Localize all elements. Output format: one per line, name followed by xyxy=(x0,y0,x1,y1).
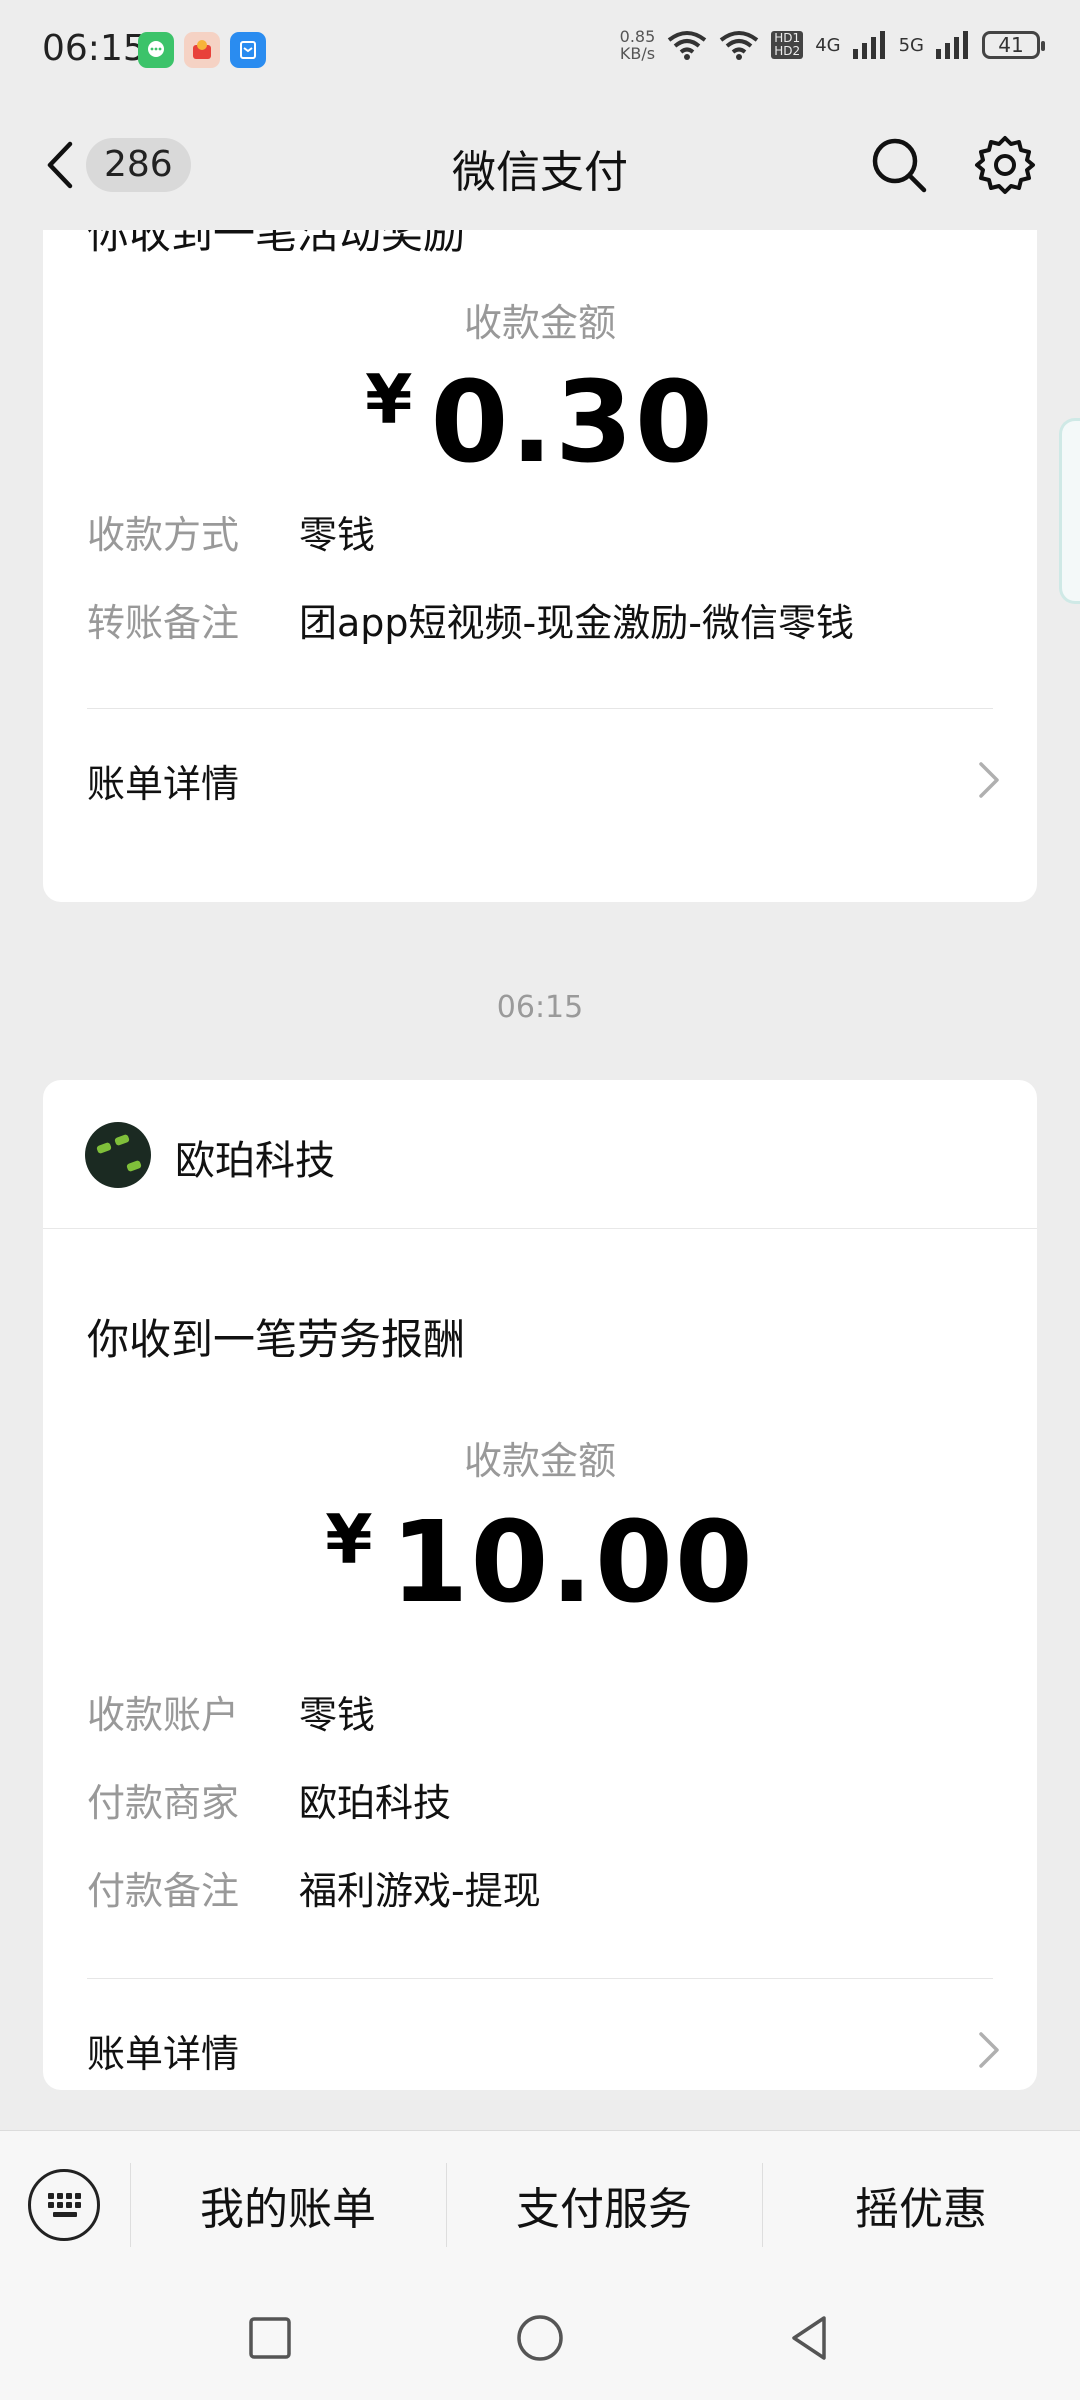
message-list[interactable]: 你收到一笔活动奖励 收款金额 ¥0.30 收款方式 零钱 转账备注 团app短视… xyxy=(0,230,1080,2130)
network-4g-label: 4G xyxy=(815,34,841,56)
detail-label: 付款备注 xyxy=(87,1869,240,1913)
bottom-menu: 我的账单 支付服务 摇优惠 xyxy=(0,2130,1080,2277)
home-icon[interactable] xyxy=(508,2306,572,2370)
merchant-header[interactable]: 欧珀科技 xyxy=(43,1080,1037,1229)
detail-value: 欧珀科技 xyxy=(299,1781,452,1825)
merchant-name: 欧珀科技 xyxy=(175,1138,335,1184)
wifi-secondary-icon xyxy=(720,31,759,60)
wifi-icon xyxy=(668,31,707,60)
divider xyxy=(87,708,993,709)
system-nav-bar xyxy=(0,2276,1080,2400)
back-nav-icon[interactable] xyxy=(778,2306,842,2370)
card-heading: 你收到一笔劳务报酬 xyxy=(87,1315,466,1364)
amount-label: 收款金额 xyxy=(463,301,616,345)
amount-value: 10.00 xyxy=(390,1498,755,1628)
menu-shake-offers[interactable]: 摇优惠 xyxy=(762,2161,1080,2249)
detail-row: 付款商家 欧珀科技 xyxy=(87,1772,451,1827)
divider xyxy=(87,1978,993,1979)
battery-icon: 41 xyxy=(982,31,1045,59)
detail-value: 福利游戏-提现 xyxy=(299,1869,541,1913)
status-time: 06:15 xyxy=(42,28,146,69)
chat-header: 286 微信支付 xyxy=(0,100,1080,230)
detail-label: 收款方式 xyxy=(87,513,240,557)
payment-amount: ¥10.00 xyxy=(43,1498,1037,1628)
bill-details-label: 账单详情 xyxy=(87,761,240,806)
chevron-right-icon xyxy=(979,2032,999,2068)
hd2-label: HD2 xyxy=(774,44,801,58)
net-speed-value: 0.85 xyxy=(619,27,656,46)
menu-my-bills[interactable]: 我的账单 xyxy=(130,2161,446,2249)
floating-edge-handle[interactable] xyxy=(1059,418,1080,604)
messages-app-icon xyxy=(138,32,174,68)
rewards-app-icon xyxy=(184,32,220,68)
battery-level: 41 xyxy=(998,33,1024,57)
amount-label: 收款金额 xyxy=(463,1439,616,1483)
keyboard-icon xyxy=(48,2193,81,2217)
network-5g-label: 5G xyxy=(898,34,924,56)
signal-4g-icon xyxy=(852,31,885,59)
notification-icons xyxy=(138,32,266,68)
payment-card-reward: 你收到一笔活动奖励 收款金额 ¥0.30 收款方式 零钱 转账备注 团app短视… xyxy=(43,230,1037,902)
bill-details-link[interactable]: 账单详情 xyxy=(87,745,1001,815)
detail-value: 团app短视频-现金激励-微信零钱 xyxy=(299,601,854,645)
wallet-app-icon xyxy=(230,32,266,68)
message-timestamp: 06:15 xyxy=(496,990,584,1025)
status-indicators: 0.85 KB/s HD1 HD2 4G 5G 41 xyxy=(620,28,1045,62)
status-bar: 06:15 0.85 KB/s HD1 HD2 4G 5G 41 xyxy=(0,0,1080,100)
gear-icon[interactable] xyxy=(972,132,1038,198)
chevron-right-icon xyxy=(979,762,999,798)
detail-row: 收款账户 零钱 xyxy=(87,1684,375,1739)
detail-row: 转账备注 团app短视频-现金激励-微信零钱 xyxy=(87,592,854,647)
merchant-avatar xyxy=(85,1122,151,1188)
keyboard-toggle-button[interactable] xyxy=(28,2169,100,2241)
amount-value: 0.30 xyxy=(430,358,715,488)
card-heading: 你收到一笔活动奖励 xyxy=(87,230,466,258)
volte-hd-badge: HD1 HD2 xyxy=(771,31,804,59)
detail-row: 收款方式 零钱 xyxy=(87,504,375,559)
net-speed-unit: KB/s xyxy=(619,44,656,63)
payment-amount: ¥0.30 xyxy=(43,358,1037,488)
menu-payment-services[interactable]: 支付服务 xyxy=(446,2161,762,2249)
net-speed: 0.85 KB/s xyxy=(620,28,656,62)
search-icon[interactable] xyxy=(866,132,932,198)
currency-symbol: ¥ xyxy=(325,1501,373,1580)
payment-card-labor: 欧珀科技 你收到一笔劳务报酬 收款金额 ¥10.00 收款账户 零钱 付款商家 … xyxy=(43,1080,1037,2090)
bill-details-link[interactable]: 账单详情 xyxy=(87,2015,1001,2085)
detail-label: 收款账户 xyxy=(87,1693,240,1737)
bill-details-label: 账单详情 xyxy=(87,2031,240,2076)
detail-value: 零钱 xyxy=(299,1693,376,1737)
detail-value: 零钱 xyxy=(299,513,376,557)
detail-label: 转账备注 xyxy=(87,601,240,645)
signal-5g-icon xyxy=(936,31,968,59)
currency-symbol: ¥ xyxy=(365,361,413,440)
detail-label: 付款商家 xyxy=(87,1781,240,1825)
detail-row: 付款备注 福利游戏-提现 xyxy=(87,1860,541,1915)
recent-apps-icon[interactable] xyxy=(238,2306,302,2370)
